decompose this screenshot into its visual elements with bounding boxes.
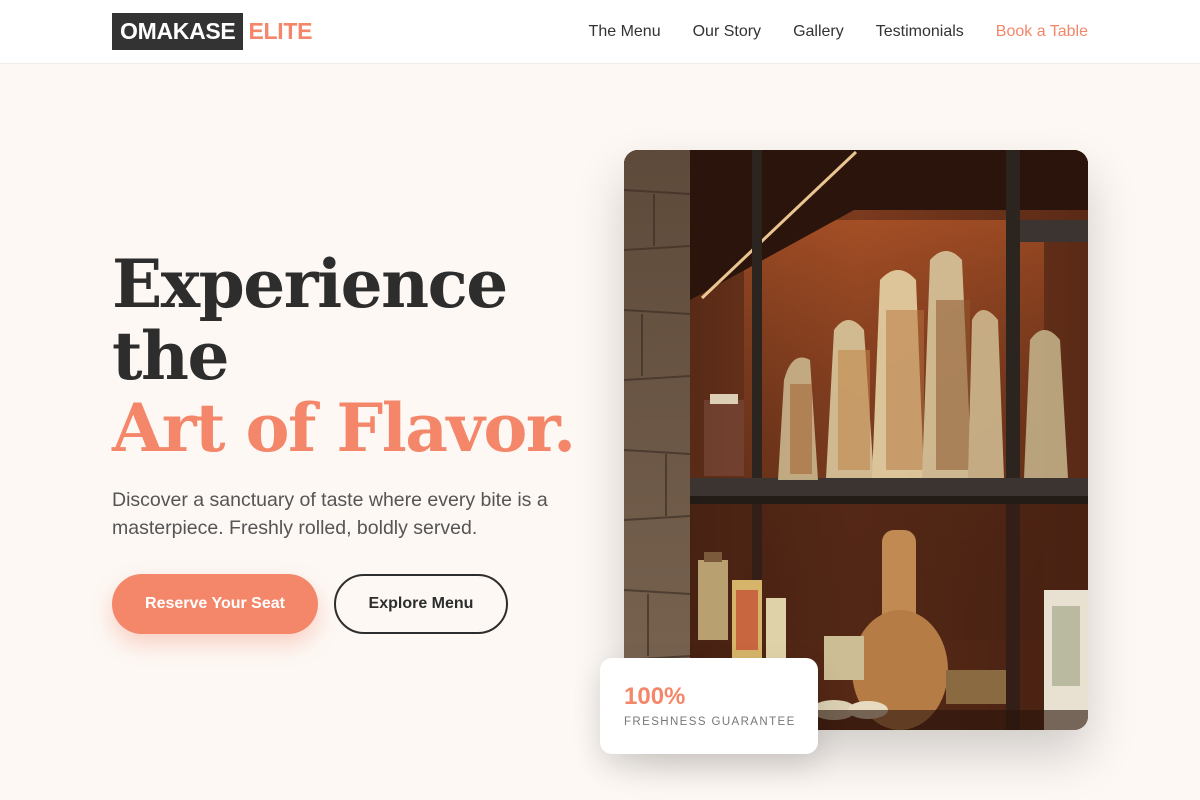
badge-value: 100% [624, 683, 686, 710]
nav-link-testimonials[interactable]: Testimonials [876, 23, 964, 41]
hero-title-line-2: the [112, 317, 229, 395]
nav-link-our-story[interactable]: Our Story [693, 23, 761, 41]
badge-label: FRESHNESS GUARANTEE [624, 716, 796, 728]
nav-link-gallery[interactable]: Gallery [793, 23, 844, 41]
hero-title: Experience the Art of Flavor. [112, 248, 592, 464]
site-header: OMAKASE ELITE The Menu Our Story Gallery… [0, 0, 1200, 64]
nav-link-the-menu[interactable]: The Menu [589, 23, 661, 41]
hero-title-line-1: Experience [112, 245, 508, 323]
reserve-seat-button[interactable]: Reserve Your Seat [112, 574, 318, 634]
brand-logo[interactable]: OMAKASE ELITE [112, 13, 312, 50]
hero-image [624, 150, 1088, 730]
hero-title-accent: Art of Flavor. [112, 389, 576, 467]
brand-name-primary: OMAKASE [112, 13, 244, 50]
nav-link-book-a-table[interactable]: Book a Table [996, 23, 1088, 41]
brand-name-accent: ELITE [248, 18, 313, 44]
main-nav: The Menu Our Story Gallery Testimonials … [589, 0, 1088, 63]
pantry-shelves-illustration [624, 150, 1088, 730]
freshness-badge: 100% FRESHNESS GUARANTEE [600, 658, 818, 754]
explore-menu-button[interactable]: Explore Menu [334, 574, 508, 634]
hero-subtitle: Discover a sanctuary of taste where ever… [112, 489, 548, 539]
